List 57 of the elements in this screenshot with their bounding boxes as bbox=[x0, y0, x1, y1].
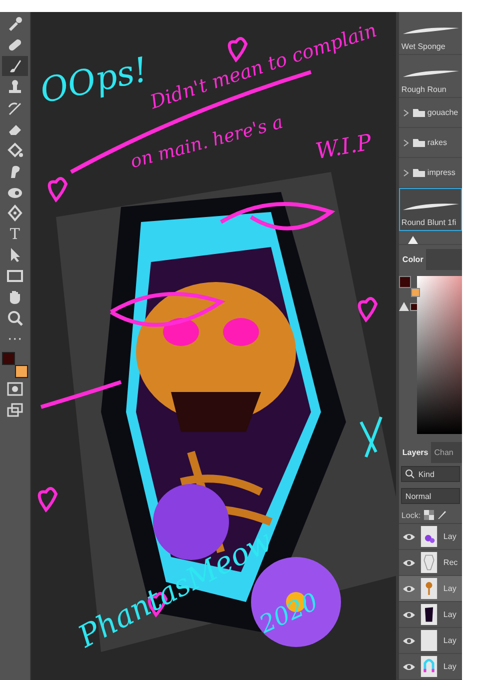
layer-thumbnail bbox=[419, 656, 440, 677]
chevron-icon[interactable] bbox=[401, 168, 412, 178]
layer-row[interactable]: Lay bbox=[399, 576, 462, 602]
brush-icon[interactable] bbox=[436, 510, 447, 520]
rectangle-icon[interactable] bbox=[6, 267, 24, 285]
background-swatch[interactable] bbox=[411, 288, 420, 298]
quick-mask-icon[interactable] bbox=[6, 380, 24, 398]
panel-tab[interactable]: Layers bbox=[399, 442, 432, 463]
panel-tab[interactable]: Chan bbox=[431, 442, 456, 463]
bucket-icon[interactable] bbox=[6, 141, 24, 159]
layer-thumbnail bbox=[419, 604, 440, 625]
eye-icon[interactable] bbox=[403, 610, 416, 618]
layer-thumbnail bbox=[419, 552, 440, 573]
size-slider[interactable] bbox=[399, 235, 462, 246]
background-swatch[interactable] bbox=[14, 365, 28, 378]
checker-icon[interactable] bbox=[424, 510, 434, 520]
screen-mode-icon[interactable] bbox=[6, 401, 24, 419]
layer-thumbnail bbox=[419, 578, 440, 599]
chevron-icon[interactable] bbox=[401, 108, 412, 118]
warning-icon bbox=[399, 302, 409, 312]
pen-icon[interactable] bbox=[6, 204, 24, 222]
color-tab[interactable]: Color bbox=[399, 249, 426, 270]
eye-icon[interactable] bbox=[403, 636, 416, 644]
folder-icon bbox=[412, 108, 426, 118]
folder-icon bbox=[412, 168, 426, 178]
handwritten-note: OOps! bbox=[36, 50, 152, 112]
brush-folder[interactable]: gouache bbox=[399, 98, 462, 128]
eye-icon[interactable] bbox=[403, 662, 416, 670]
brush-preset[interactable]: Round Blunt 1fi bbox=[399, 188, 462, 231]
folder-icon bbox=[412, 138, 426, 148]
brush-preset[interactable]: Wet Sponge bbox=[399, 12, 462, 55]
layer-filter-field[interactable]: Kind bbox=[401, 466, 460, 482]
slider-thumb[interactable] bbox=[408, 236, 418, 244]
layer-row[interactable]: Lay bbox=[399, 602, 462, 628]
gamut-swatch[interactable] bbox=[410, 302, 418, 311]
brush-folder[interactable]: rakes bbox=[399, 128, 462, 158]
more-tools[interactable]: ··· bbox=[7, 330, 22, 348]
layer-row[interactable]: Lay bbox=[399, 628, 462, 654]
foreground-swatch[interactable] bbox=[2, 352, 15, 365]
color-field[interactable] bbox=[417, 276, 462, 434]
type-tool[interactable]: T bbox=[10, 225, 20, 243]
search-icon bbox=[405, 469, 416, 479]
handwritten-note: on main. here's a bbox=[128, 112, 286, 173]
handwritten-note: W.I.P bbox=[314, 130, 374, 165]
layer-row[interactable]: Lay bbox=[399, 524, 462, 550]
layer-thumbnail bbox=[419, 630, 440, 651]
eye-icon[interactable] bbox=[403, 584, 416, 592]
zoom-icon[interactable] bbox=[6, 309, 24, 327]
foreground-swatch[interactable] bbox=[399, 276, 412, 288]
lock-label: Lock: bbox=[401, 510, 421, 520]
eye-icon[interactable] bbox=[403, 558, 416, 566]
chevron-icon[interactable] bbox=[401, 138, 412, 148]
layer-thumbnail bbox=[419, 526, 440, 547]
brush-preset[interactable]: Rough Roun bbox=[399, 55, 462, 98]
eye-icon[interactable] bbox=[403, 532, 416, 540]
blend-mode-dropdown[interactable]: Normal bbox=[401, 488, 460, 504]
layer-row[interactable]: Lay bbox=[399, 654, 462, 680]
